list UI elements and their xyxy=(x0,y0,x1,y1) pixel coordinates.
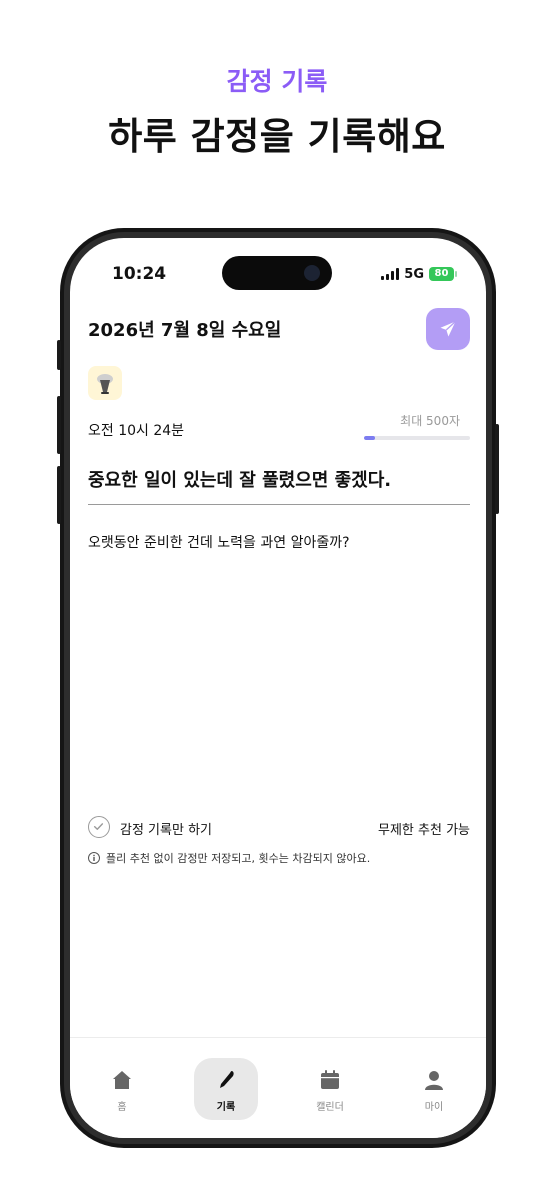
user-icon xyxy=(425,1071,443,1090)
title-input[interactable]: 중요한 일이 있는데 잘 풀렸으면 좋겠다. xyxy=(88,466,470,492)
emotion-emoji[interactable] xyxy=(88,366,122,400)
body-textarea[interactable]: 오랫동안 준비한 건데 노력을 과연 알아줄까? xyxy=(88,532,470,552)
checkmark-icon[interactable] xyxy=(88,816,110,838)
only-record-label: 감정 기록만 하기 xyxy=(120,823,212,838)
marketing-headline: 하루 감정을 기록해요 xyxy=(108,115,446,158)
send-button[interactable] xyxy=(426,308,470,350)
tab-my[interactable]: 마이 xyxy=(402,1058,466,1120)
phone-volume-up xyxy=(57,396,61,454)
status-time: 10:24 xyxy=(112,264,167,284)
record-time: 오전 10시 24분 xyxy=(88,423,185,439)
phone-power-button xyxy=(495,424,499,514)
tab-home[interactable]: 홈 xyxy=(90,1058,154,1120)
pen-icon xyxy=(220,1071,234,1088)
tab-calendar[interactable]: 캘린더 xyxy=(298,1058,362,1120)
phone-side-button xyxy=(57,340,61,370)
paper-plane-icon xyxy=(440,321,456,337)
dynamic-island xyxy=(222,256,332,290)
phone-frame: 10:24 5G 80 2026년 7월 8일 수요일 오전 10시 24분 최… xyxy=(57,228,499,1148)
signal-icon xyxy=(381,268,400,280)
page: 감정 기록 하루 감정을 기록해요 10:24 5G 80 2026년 7월 8… xyxy=(0,0,554,1200)
lamp-icon xyxy=(97,374,113,394)
network-label: 5G xyxy=(404,266,424,282)
tab-record[interactable]: 기록 xyxy=(194,1058,258,1120)
status-indicators: 5G 80 xyxy=(381,266,457,282)
unlimited-label: 무제한 추천 가능 xyxy=(378,823,470,838)
info-row: 플리 추천 없이 감정만 저장되고, 횟수는 차감되지 않아요. xyxy=(88,850,470,868)
tab-calendar-label: 캘린더 xyxy=(316,1102,344,1113)
home-icon xyxy=(113,1071,131,1089)
camera-icon xyxy=(304,265,320,281)
info-text: 플리 추천 없이 감정만 저장되고, 횟수는 차감되지 않아요. xyxy=(106,852,371,865)
only-record-toggle[interactable]: 감정 기록만 하기 무제한 추천 가능 xyxy=(88,816,470,840)
tab-record-label: 기록 xyxy=(216,1102,236,1113)
title-divider xyxy=(88,504,470,505)
char-count-progress-fill xyxy=(364,436,375,440)
info-icon xyxy=(88,852,100,864)
calendar-icon xyxy=(321,1070,339,1089)
char-limit-label: 최대 500자 xyxy=(400,414,460,428)
date-title: 2026년 7월 8일 수요일 xyxy=(88,320,282,341)
tab-home-label: 홈 xyxy=(117,1102,127,1113)
phone-volume-down xyxy=(57,466,61,524)
battery-icon: 80 xyxy=(429,267,457,281)
phone-screen: 10:24 5G 80 2026년 7월 8일 수요일 오전 10시 24분 최… xyxy=(70,238,486,1138)
char-count-progress xyxy=(364,436,470,440)
tab-my-label: 마이 xyxy=(424,1102,444,1113)
section-kicker: 감정 기록 xyxy=(226,67,328,96)
bottom-tab-bar: 홈 기록 캘린더 마이 xyxy=(70,1037,486,1138)
